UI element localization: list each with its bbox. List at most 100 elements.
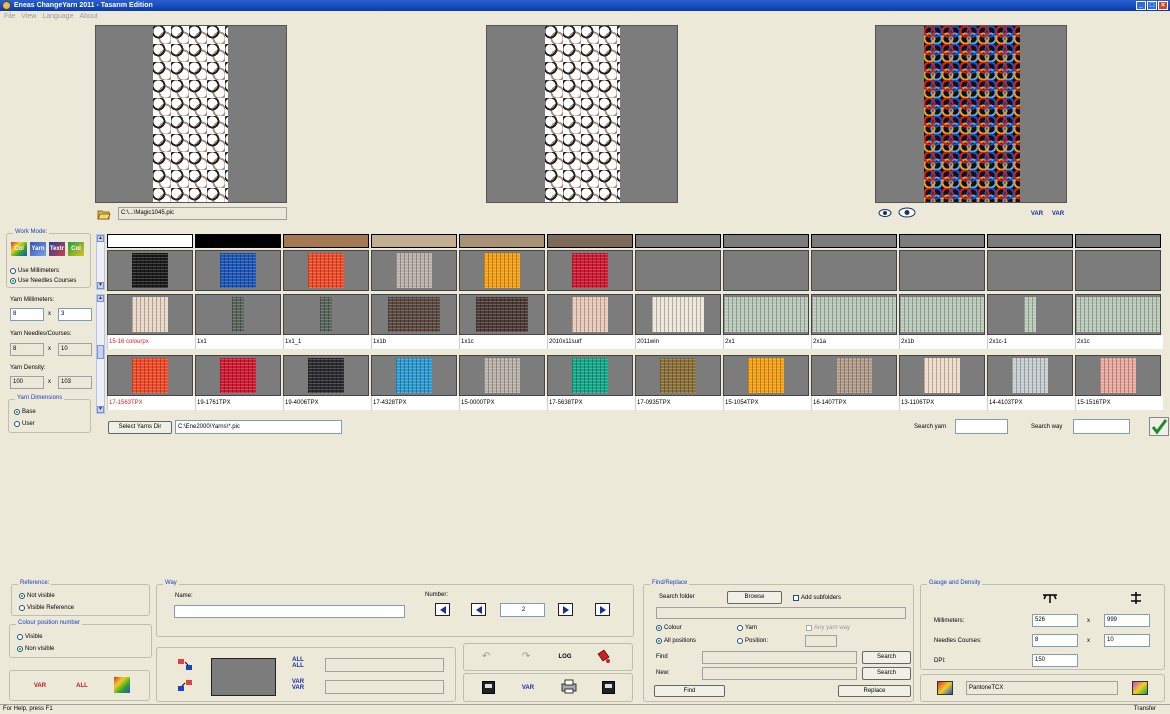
colour-cell[interactable] [459, 234, 545, 248]
apply-check-icon[interactable] [1149, 417, 1169, 436]
undo-icon[interactable]: ↶ [482, 651, 490, 662]
colour-cell[interactable] [987, 234, 1073, 248]
colour-mode-icon[interactable]: Col [11, 242, 27, 256]
colour-swatch[interactable] [987, 250, 1073, 291]
paint-bucket-icon[interactable] [595, 648, 611, 664]
var-delete-icon[interactable]: VAR [32, 679, 48, 693]
all-all-icon[interactable]: ALL ALL [290, 656, 306, 670]
yarn-swatch[interactable] [1075, 294, 1161, 335]
scroll-down-icon[interactable]: ▼ [97, 406, 104, 413]
colour-swatch[interactable] [1075, 250, 1161, 291]
yarn-label[interactable]: 15-1054TPX [723, 396, 811, 410]
yarn-label[interactable]: 19-1761TPX [195, 396, 283, 410]
menu-view[interactable]: View [21, 11, 36, 22]
colour-position-non-visible-radio[interactable]: Non visible [17, 644, 54, 653]
yarn-label[interactable]: 1x1b [371, 335, 459, 349]
find-button[interactable]: Find [654, 685, 725, 697]
add-subfolders-checkbox[interactable]: Add subfolders [793, 593, 841, 602]
colour-position-visible-radio[interactable]: Visible [17, 632, 43, 641]
yarn-swatch[interactable] [195, 355, 281, 396]
colour-swatch[interactable] [635, 250, 721, 291]
colour-swatch[interactable] [459, 250, 545, 291]
yarn-swatch[interactable] [723, 294, 809, 335]
yarn-label[interactable]: 17-5638TPX [547, 396, 635, 410]
yarn-label[interactable]: 2x1b [899, 335, 987, 349]
last-way-button[interactable] [595, 603, 610, 616]
close-button[interactable]: × [1158, 1, 1168, 10]
minimize-button[interactable]: _ [1136, 1, 1146, 10]
yarn-label[interactable]: 1x1c [459, 335, 547, 349]
colour-scrollbar[interactable]: ▲ ▼ [96, 234, 105, 290]
yarn-label[interactable]: 17-4328TPX [371, 396, 459, 410]
mm-width-input[interactable]: 526 [1032, 614, 1078, 627]
any-yarn-way-checkbox[interactable]: Any yarn way [806, 623, 850, 632]
redo-icon[interactable]: ↷ [522, 651, 530, 662]
colour-cell[interactable] [723, 234, 809, 248]
yarn-swatch[interactable] [371, 294, 457, 335]
reference-not-visible-radio[interactable]: Not visible [19, 591, 55, 600]
yarn-swatch[interactable] [107, 294, 193, 335]
yarn-swatch[interactable] [1075, 355, 1161, 396]
var-var-icon[interactable]: VAR VAR [290, 678, 306, 692]
yarn-swatch[interactable] [283, 294, 369, 335]
dpi-input[interactable]: 150 [1032, 654, 1078, 667]
yarn-label[interactable]: 16-1407TPX [811, 396, 899, 410]
next-way-button[interactable] [558, 603, 573, 616]
yarn-label[interactable]: 2x1a [811, 335, 899, 349]
yarn-swatch[interactable] [459, 294, 545, 335]
paste-colour-icon[interactable] [177, 679, 193, 693]
yarn-swatch[interactable] [459, 355, 545, 396]
yarns-dir-path[interactable]: C:\Ene2000\Yarns\*.pic [175, 420, 342, 434]
palette-edit-icon[interactable] [1132, 681, 1148, 695]
yarn-label[interactable]: 15-0000TPX [459, 396, 547, 410]
print-icon[interactable] [561, 679, 577, 694]
yarn-label[interactable]: 15-1516TPX [1075, 396, 1163, 410]
yarn-label[interactable]: 1x1 [195, 335, 283, 349]
find-search-button[interactable]: Search [862, 651, 911, 664]
palette-load-icon[interactable] [937, 681, 953, 695]
colour-cell[interactable] [283, 234, 369, 248]
colour-swatch[interactable] [547, 250, 633, 291]
colour-swatch[interactable] [811, 250, 897, 291]
yarn-swatch[interactable] [899, 355, 985, 396]
use-needles-courses-radio[interactable]: Use Needles Courses [10, 276, 76, 285]
yarn-swatch[interactable] [635, 294, 721, 335]
var-alt-icon[interactable]: VAR [1050, 207, 1066, 221]
way-name-input[interactable] [174, 605, 405, 618]
menu-file[interactable]: File [4, 11, 15, 22]
new-search-button[interactable]: Search [862, 667, 911, 680]
scroll-thumb[interactable] [97, 345, 104, 359]
mm-height-input[interactable]: 999 [1104, 614, 1150, 627]
first-way-button[interactable] [435, 603, 450, 616]
yarn-label[interactable]: 15-16 colourpx [107, 335, 195, 349]
select-yarns-dir-button[interactable]: Select Yarns Dir [108, 421, 172, 434]
yarn-swatch[interactable] [723, 355, 809, 396]
yarn-label[interactable]: 2x1 [723, 335, 811, 349]
yarn-label[interactable]: 19-4006TPX [283, 396, 371, 410]
colour-alt-mode-icon[interactable]: Col [68, 242, 84, 256]
reference-visible-radio[interactable]: Visible Reference [19, 603, 74, 612]
yarn-mode-icon[interactable]: Yarn [30, 242, 46, 256]
yarn-swatch[interactable] [899, 294, 985, 335]
search-yarn-input[interactable] [955, 419, 1008, 434]
copy-colour-icon[interactable] [177, 658, 193, 672]
yarn-scrollbar[interactable]: ▲ ▼ [96, 294, 105, 414]
colour-swatch[interactable] [283, 250, 369, 291]
all-positions-radio[interactable]: All positions [656, 636, 696, 645]
maximize-button[interactable]: □ [1147, 1, 1157, 10]
open-folder-icon[interactable] [97, 208, 111, 220]
yarn-swatch[interactable] [547, 294, 633, 335]
yarn-swatch[interactable] [107, 355, 193, 396]
save-var-icon[interactable]: VAR [520, 681, 536, 695]
yarn-label[interactable]: 2011win [635, 335, 723, 349]
all-delete-icon[interactable]: ALL [74, 679, 90, 693]
palette-icon[interactable] [114, 677, 130, 693]
yarn-label[interactable]: 2x1c [1075, 335, 1163, 349]
colour-radio[interactable]: Colour [656, 623, 682, 632]
yarn-swatch[interactable] [987, 294, 1073, 335]
yarn-label[interactable]: 14-4103TPX [987, 396, 1075, 410]
use-millimeters-radio[interactable]: Use Millimeters [10, 266, 59, 275]
colour-cell[interactable] [1075, 234, 1161, 248]
colour-swatch[interactable] [723, 250, 809, 291]
eye-icon[interactable] [878, 208, 892, 218]
